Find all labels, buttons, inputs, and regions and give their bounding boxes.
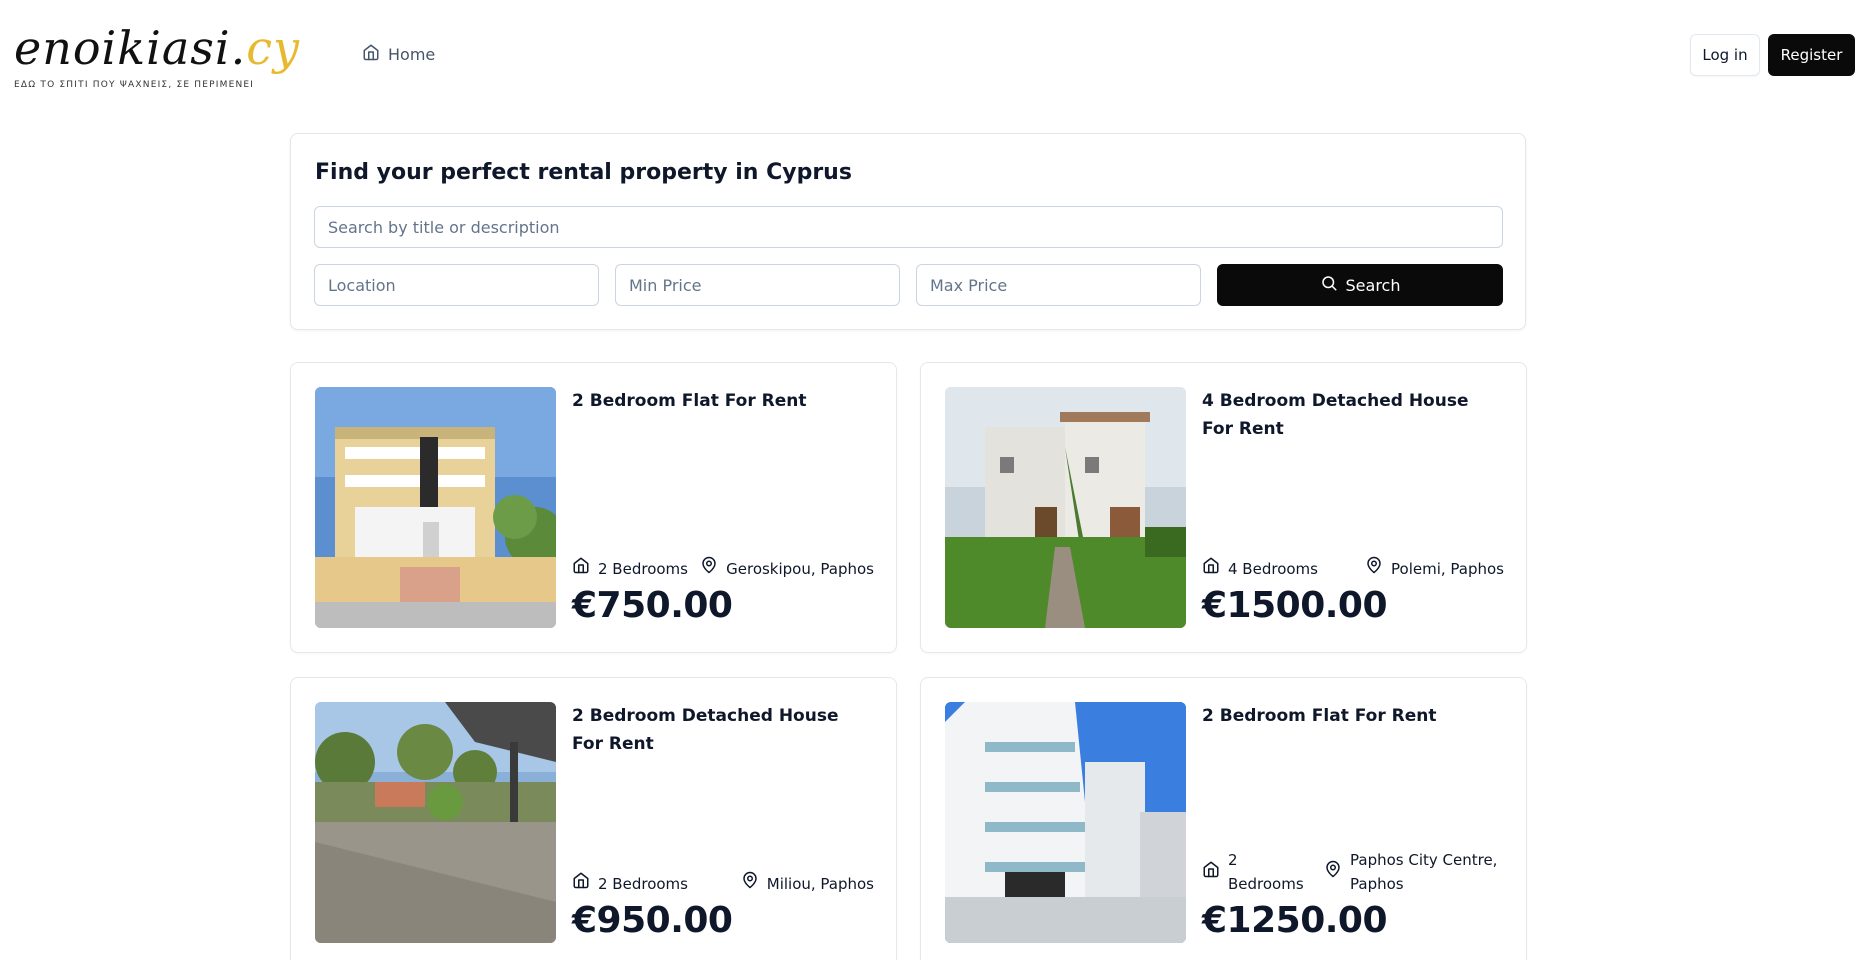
site-logo[interactable]: enoikiasi.cy ΕΔΩ ΤΟ ΣΠΙΤΙ ΠΟΥ ΨΑΧΝΕΙΣ, Σ… [14,18,299,98]
listing-title: 4 Bedroom Detached House For Rent [1202,391,1469,439]
bedrooms-text: 2 Bedrooms [598,559,688,578]
location-text: Geroskipou, Paphos [726,559,874,578]
bedrooms-info: 2 Bedrooms [572,871,688,896]
logo-tagline: ΕΔΩ ΤΟ ΣΠΙΤΙ ΠΟΥ ΨΑΧΝΕΙΣ, ΣΕ ΠΕΡΙΜΕΝΕΙ [14,80,255,90]
location-info: Geroskipou, Paphos [700,556,874,581]
location-info: Miliou, Paphos [741,871,874,896]
search-heading: Find your perfect rental property in Cyp… [315,160,852,185]
nav-home-link[interactable]: Home [362,43,435,65]
bedrooms-info: 2 Bedrooms [1202,848,1304,896]
login-button[interactable]: Log in [1690,34,1760,76]
location-info: Paphos City Centre, Paphos [1324,848,1504,896]
location-text: Miliou, Paphos [766,874,874,893]
bedrooms-text: 2 Bedrooms [1228,851,1304,893]
listing-price: €950.00 [572,900,733,941]
location-input[interactable] [314,264,599,306]
listing-photo [315,387,556,628]
max-price-input[interactable] [916,264,1201,306]
house-icon [1202,556,1220,581]
search-input[interactable] [314,206,1503,248]
house-icon [1202,860,1220,885]
listing-meta: 2 Bedrooms Paphos City Centre, Paphos [1202,848,1504,896]
search-icon [1320,274,1338,296]
listing-price: €1250.00 [1202,900,1388,941]
listing-price: €750.00 [572,585,733,626]
listing-card[interactable]: 2 Bedroom Flat For Rent 2 Bedrooms Papho… [920,677,1527,960]
bedrooms-text: 4 Bedrooms [1228,559,1318,578]
listing-title: 2 Bedroom Flat For Rent [1202,706,1437,726]
map-pin-icon [1365,556,1383,581]
listing-title: 2 Bedroom Flat For Rent [572,391,807,411]
location-text: Polemi, Paphos [1391,559,1504,578]
nav-home-label: Home [388,44,436,64]
search-button[interactable]: Search [1217,264,1503,306]
house-icon [572,871,590,896]
site-header: enoikiasi.cy ΕΔΩ ΤΟ ΣΠΙΤΙ ΠΟΥ ΨΑΧΝΕΙΣ, Σ… [0,0,1865,108]
listing-card[interactable]: 2 Bedroom Detached House For Rent 2 Bedr… [290,677,897,960]
listing-meta: 2 Bedrooms Geroskipou, Paphos [572,556,874,581]
bedrooms-info: 4 Bedrooms [1202,556,1318,581]
listing-price: €1500.00 [1202,585,1388,626]
search-button-label: Search [1345,275,1401,295]
location-info: Polemi, Paphos [1365,556,1504,581]
map-pin-icon [1324,860,1342,885]
listing-photo [945,387,1186,628]
register-button[interactable]: Register [1768,34,1855,76]
search-panel: Find your perfect rental property in Cyp… [290,133,1526,330]
min-price-input[interactable] [615,264,900,306]
listing-meta: 2 Bedrooms Miliou, Paphos [572,871,874,896]
map-pin-icon [741,871,759,896]
bedrooms-info: 2 Bedrooms [572,556,688,581]
map-pin-icon [700,556,718,581]
listing-card[interactable]: 2 Bedroom Flat For Rent 2 Bedrooms Geros… [290,362,897,653]
listing-card[interactable]: 4 Bedroom Detached House For Rent 4 Bedr… [920,362,1527,653]
home-icon [362,43,380,65]
listing-photo [315,702,556,943]
bedrooms-text: 2 Bedrooms [598,874,688,893]
listing-title: 2 Bedroom Detached House For Rent [572,706,839,754]
listing-meta: 4 Bedrooms Polemi, Paphos [1202,556,1504,581]
location-text: Paphos City Centre, Paphos [1350,851,1498,893]
logo-wordmark: enoikiasi.cy [14,21,300,75]
house-icon [572,556,590,581]
listing-photo [945,702,1186,943]
